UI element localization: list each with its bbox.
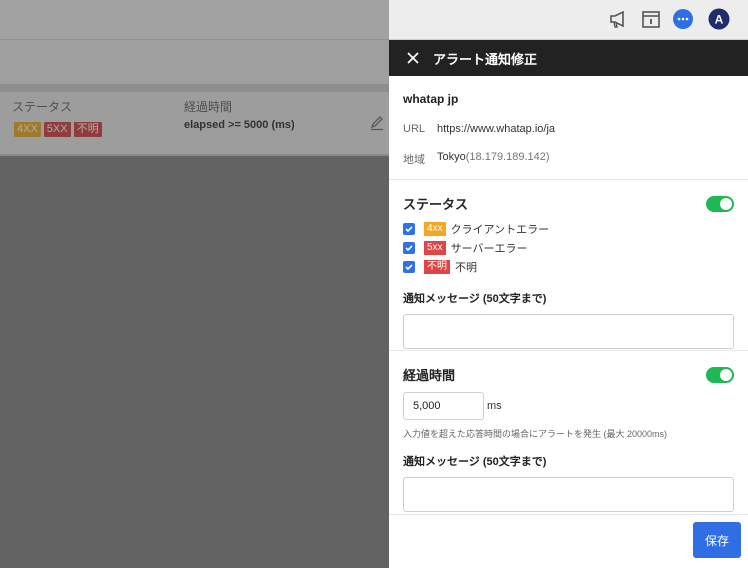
alert-edit-drawer: アラート通知修正 whatap jp URL https://www.whata… bbox=[389, 40, 748, 568]
chat-bubble-icon[interactable] bbox=[672, 8, 694, 30]
avatar-initial: A bbox=[715, 13, 724, 27]
option-label-unknown: 不明 bbox=[455, 261, 477, 274]
status-section: ステータス 4xx クライアントエラー 5xx サーバーエラー 不明 不明 通知… bbox=[389, 180, 748, 351]
elapsed-toggle[interactable] bbox=[706, 366, 734, 383]
option-unknown[interactable]: 不明 不明 bbox=[403, 259, 734, 274]
url-row: URL https://www.whatap.io/ja bbox=[403, 123, 734, 135]
region-label: 地域 bbox=[403, 154, 425, 166]
elapsed-message-label: 通知メッセージ (50文字まで) bbox=[403, 456, 547, 468]
checkbox-unknown[interactable] bbox=[403, 260, 415, 273]
elapsed-hint: 入力値を超えた応答時間の場合にアラートを発生 (最大 20000ms) bbox=[403, 429, 668, 439]
save-button[interactable]: 保存 bbox=[693, 522, 741, 558]
drawer-title: アラート通知修正 bbox=[433, 51, 538, 67]
megaphone-icon[interactable] bbox=[608, 8, 630, 30]
region-ip: (18.179.189.142) bbox=[465, 151, 550, 163]
close-icon[interactable] bbox=[405, 50, 421, 66]
status-toggle[interactable] bbox=[706, 195, 734, 212]
region-row: 地域 Tokyo(18.179.189.142) bbox=[403, 151, 734, 167]
elapsed-message-input[interactable] bbox=[403, 477, 734, 512]
site-name: whatap jp bbox=[403, 92, 459, 106]
elapsed-unit: ms bbox=[487, 400, 502, 412]
url-value: https://www.whatap.io/ja bbox=[437, 123, 556, 135]
drawer-footer: 保存 bbox=[389, 514, 748, 568]
region-value: Tokyo bbox=[437, 151, 466, 163]
badge-5xx: 5xx bbox=[424, 240, 446, 255]
elapsed-threshold-input[interactable]: 5,000 bbox=[403, 392, 484, 420]
url-label: URL bbox=[403, 123, 426, 135]
drawer-header: アラート通知修正 bbox=[389, 40, 748, 76]
badge-unknown: 不明 bbox=[424, 259, 450, 274]
calendar-info-icon[interactable] bbox=[640, 8, 662, 30]
option-label-4xx: クライアントエラー bbox=[450, 223, 550, 236]
checkbox-5xx[interactable] bbox=[403, 241, 415, 254]
option-4xx[interactable]: 4xx クライアントエラー bbox=[403, 221, 734, 236]
status-section-title: ステータス bbox=[403, 197, 469, 212]
status-message-label: 通知メッセージ (50文字まで) bbox=[403, 293, 547, 305]
modal-overlay[interactable] bbox=[0, 0, 389, 568]
avatar[interactable]: A bbox=[708, 8, 730, 30]
status-message-input[interactable] bbox=[403, 314, 734, 349]
badge-4xx: 4xx bbox=[424, 221, 446, 236]
option-label-5xx: サーバーエラー bbox=[450, 242, 528, 255]
site-info-section: whatap jp URL https://www.whatap.io/ja 地… bbox=[389, 76, 748, 180]
elapsed-section-title: 経過時間 bbox=[403, 368, 456, 383]
option-5xx[interactable]: 5xx サーバーエラー bbox=[403, 240, 734, 255]
elapsed-section: 経過時間 5,000 ms 入力値を超えた応答時間の場合にアラートを発生 (最大… bbox=[389, 351, 748, 514]
checkbox-4xx[interactable] bbox=[403, 222, 415, 235]
